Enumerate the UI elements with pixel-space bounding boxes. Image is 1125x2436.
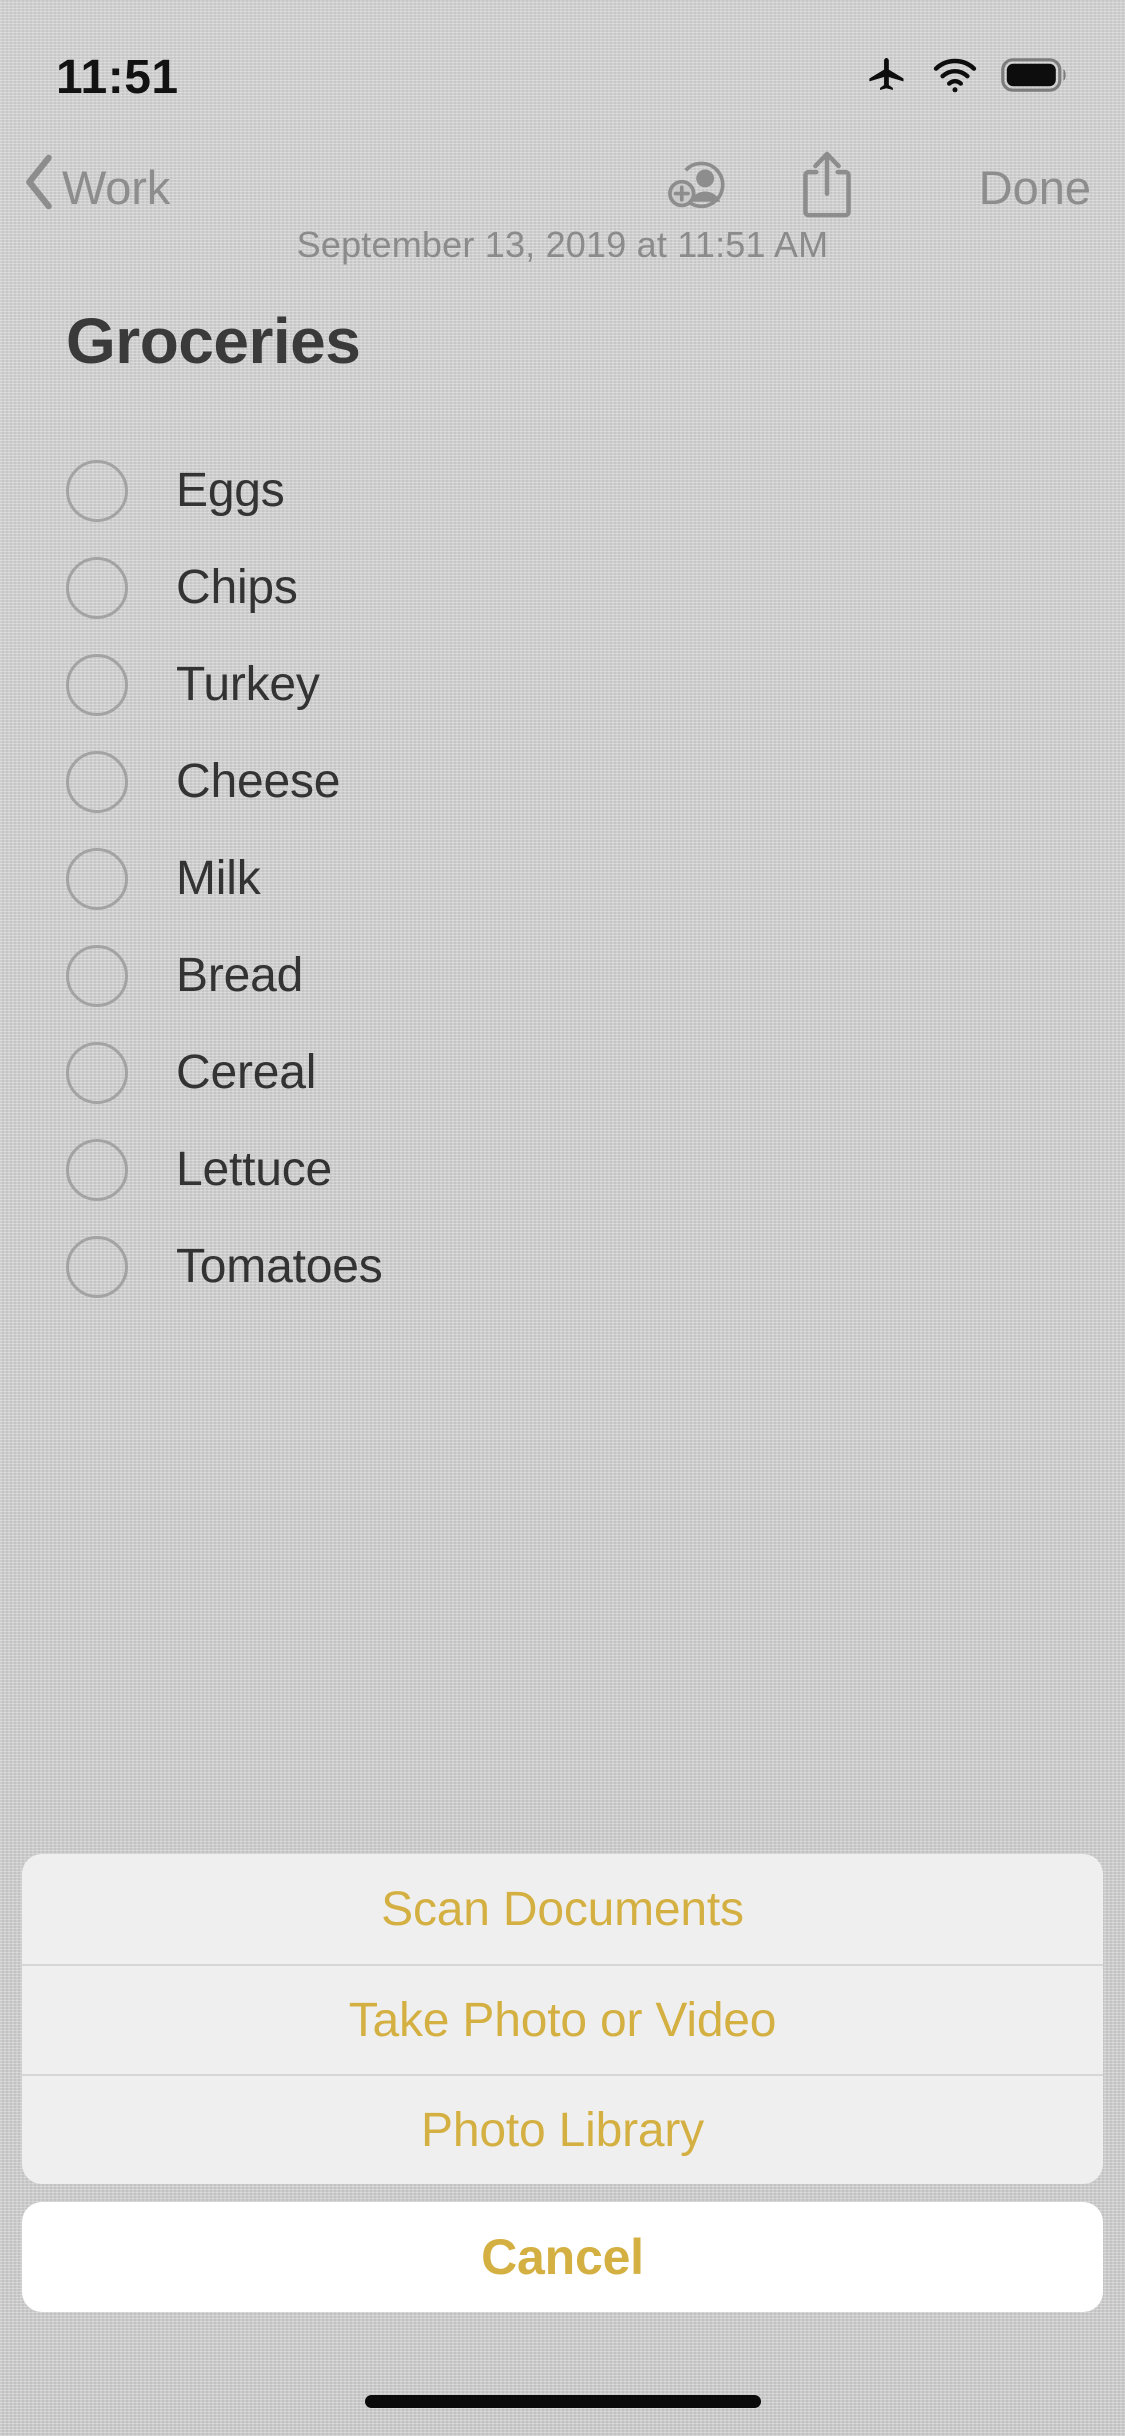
note-title: Groceries	[66, 305, 361, 377]
checklist-item[interactable]: Milk	[66, 830, 1059, 927]
checklist-item[interactable]: Tomatoes	[66, 1218, 1059, 1315]
action-sheet-option[interactable]: Scan Documents	[22, 1854, 1103, 1964]
checkbox-circle-icon[interactable]	[66, 944, 128, 1007]
checklist-item-label: Tomatoes	[176, 1240, 383, 1293]
action-sheet-cancel-group: Cancel	[22, 2202, 1103, 2312]
action-sheet-options: Scan Documents Take Photo or Video Photo L…	[22, 1854, 1103, 2184]
checkbox-circle-icon[interactable]	[66, 750, 128, 813]
action-sheet: Scan Documents Take Photo or Video Photo L…	[22, 1854, 1103, 2312]
checkbox-circle-icon[interactable]	[66, 1138, 128, 1201]
nav-actions: Done	[667, 148, 1091, 227]
status-bar-time: 11:51	[56, 50, 179, 104]
checklist-item-label: Cereal	[176, 1046, 317, 1099]
checklist-item-label: Chips	[176, 561, 298, 614]
wifi-icon	[931, 55, 979, 100]
home-indicator	[364, 2395, 761, 2408]
checkbox-circle-icon[interactable]	[66, 1041, 128, 1104]
share-button[interactable]	[799, 148, 855, 227]
checklist: Eggs Chips Turkey Cheese Milk Bread Cereal Lett…	[66, 442, 1059, 1315]
checkbox-circle-icon[interactable]	[66, 847, 128, 910]
checklist-item-label: Eggs	[176, 464, 285, 517]
checkbox-circle-icon[interactable]	[66, 556, 128, 619]
checklist-item-label: Bread	[176, 949, 304, 1002]
status-bar: 11:51	[0, 0, 1125, 132]
add-person-button[interactable]	[667, 150, 737, 225]
chevron-left-icon	[22, 153, 56, 222]
checklist-item-label: Lettuce	[176, 1143, 333, 1196]
checklist-item-label: Milk	[176, 852, 261, 905]
action-sheet-option[interactable]: Take Photo or Video	[22, 1964, 1103, 2074]
checklist-item-label: Turkey	[176, 658, 320, 711]
action-sheet-option[interactable]: Photo Library	[22, 2074, 1103, 2184]
checkbox-circle-icon[interactable]	[66, 459, 128, 522]
checkbox-circle-icon[interactable]	[66, 1235, 128, 1298]
navigation-bar: Work Done	[0, 132, 1125, 242]
checklist-item-label: Cheese	[176, 755, 341, 808]
checklist-item[interactable]: Chips	[66, 539, 1059, 636]
done-button[interactable]: Done	[979, 160, 1091, 215]
checklist-item[interactable]: Eggs	[66, 442, 1059, 539]
checklist-item[interactable]: Cereal	[66, 1024, 1059, 1121]
phone-screen: 11:51 Work Done September 13, 2019 at 11…	[0, 0, 1125, 2436]
airplane-mode-icon	[865, 53, 909, 102]
checklist-item[interactable]: Turkey	[66, 636, 1059, 733]
cancel-button[interactable]: Cancel	[22, 2202, 1103, 2312]
checklist-item[interactable]: Cheese	[66, 733, 1059, 830]
checkbox-circle-icon[interactable]	[66, 653, 128, 716]
checklist-item[interactable]: Bread	[66, 927, 1059, 1024]
back-button-label: Work	[62, 160, 171, 214]
checklist-item[interactable]: Lettuce	[66, 1121, 1059, 1218]
battery-icon	[1001, 57, 1069, 97]
status-bar-icons	[865, 53, 1069, 102]
back-button[interactable]: Work	[22, 153, 170, 222]
